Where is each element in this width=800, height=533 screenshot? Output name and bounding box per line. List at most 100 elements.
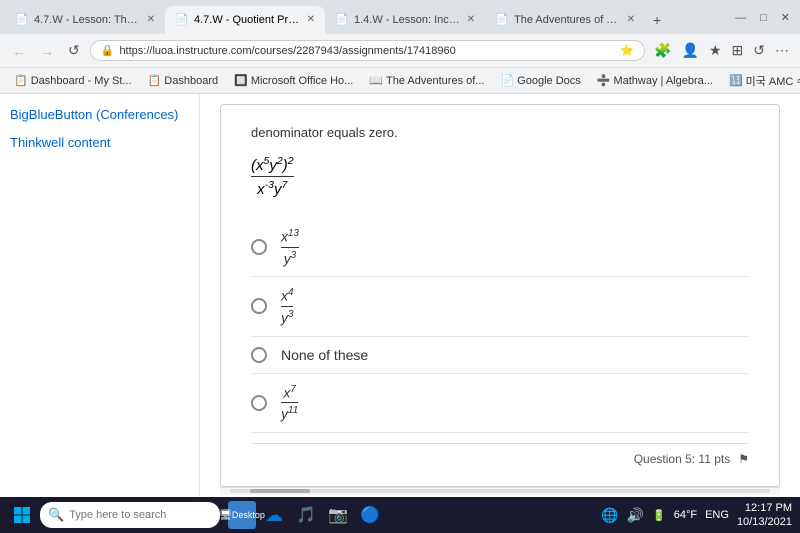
quiz-container: denominator equals zero. (x5y2)2 x-3y7 (200, 94, 800, 497)
choice-d: x7 y11 (251, 374, 749, 433)
tab-3-close[interactable]: ✕ (467, 14, 475, 25)
tab-bar: 📄 4.7.W - Lesson: The United Stat... ✕ 📄… (0, 0, 800, 34)
temperature-display: 64°F (674, 509, 697, 521)
taskbar-app-4[interactable]: 📷 (324, 501, 352, 529)
choice-a-label: x13 y3 (281, 228, 299, 266)
tab-2-favicon: 📄 (175, 13, 189, 27)
bookmark-tom-sawyer-label: The Adventures of... (386, 75, 484, 87)
page-content: denominator equals zero. (x5y2)2 x-3y7 (200, 94, 800, 497)
bookmark-google-docs-label: Google Docs (517, 75, 581, 87)
network-icon[interactable]: 🌐 (601, 507, 618, 524)
bookmark-office[interactable]: 🔲 Microsoft Office Ho... (228, 73, 359, 88)
radio-b[interactable] (251, 298, 267, 314)
bookmark-google-docs[interactable]: 📄 Google Docs (494, 73, 586, 88)
back-button[interactable]: ← (8, 41, 30, 61)
tab-3-label: 1.4.W - Lesson: Incorporating Th... (354, 14, 461, 26)
question-footer: Question 5: 11 pts ⚑ (251, 443, 749, 466)
refresh-button[interactable]: ↺ (64, 40, 84, 61)
taskbar-app-3[interactable]: 🎵 (292, 501, 320, 529)
minimize-button[interactable]: — (730, 12, 751, 24)
bookmark-google-docs-favicon: 📄 (500, 74, 514, 87)
new-tab-button[interactable]: + (645, 8, 669, 32)
extensions-icon[interactable]: 🧩 (651, 40, 674, 61)
window-controls: — □ ✕ (730, 11, 795, 28)
settings-icon[interactable]: ⋯ (772, 40, 792, 61)
taskbar-desktop-button[interactable]: 🖥 Desktop (228, 501, 256, 529)
tab-1-favicon: 📄 (15, 13, 29, 27)
taskbar-clock: 12:17 PM 10/13/2021 (737, 501, 792, 530)
question-area: denominator equals zero. (x5y2)2 x-3y7 (220, 104, 780, 487)
taskbar-date-display: 10/13/2021 (737, 515, 792, 529)
radio-c[interactable] (251, 347, 267, 363)
taskbar-right: 🌐 🔊 🔋 64°F ENG 12:17 PM 10/13/2021 (601, 501, 792, 530)
bookmark-amc-korean-favicon: 🔢 (729, 74, 743, 87)
radio-d[interactable] (251, 395, 267, 411)
bookmark-dashboard-my[interactable]: 📋 Dashboard - My St... (8, 73, 138, 88)
bookmark-dashboard-label: Dashboard (164, 75, 218, 87)
bookmark-mathway-favicon: ➗ (597, 74, 611, 87)
forward-button[interactable]: → (36, 41, 58, 61)
taskbar-search-box[interactable]: 🔍 (40, 502, 220, 528)
sidebar-link-bigbluebutton[interactable]: BigBlueButton (Conferences) (10, 106, 189, 124)
math-expression: (x5y2)2 x-3y7 (251, 155, 749, 198)
taskbar-app-5[interactable]: 🔵 (356, 501, 384, 529)
sidebar: BigBlueButton (Conferences) Thinkwell co… (0, 94, 200, 497)
refresh-page-icon[interactable]: ↺ (750, 40, 768, 61)
choice-c-label: None of these (281, 347, 368, 363)
tab-4-close[interactable]: ✕ (627, 14, 635, 25)
bookmarks-bar: 📋 Dashboard - My St... 📋 Dashboard 🔲 Mic… (0, 68, 800, 94)
choice-c: None of these (251, 337, 749, 374)
desktop-icon: 🖥 (219, 510, 232, 521)
bookmark-tom-sawyer-favicon: 📖 (369, 74, 383, 87)
tab-2-close[interactable]: ✕ (307, 14, 315, 25)
url-bar[interactable]: 🔒 https://luoa.instructure.com/courses/2… (90, 40, 645, 61)
horizontal-scrollbar[interactable] (220, 487, 780, 495)
profile-icon[interactable]: 👤 (679, 40, 702, 61)
bookmark-office-favicon: 🔲 (234, 74, 248, 87)
question-text: denominator equals zero. (251, 125, 749, 140)
math-fraction-display: (x5y2)2 x-3y7 (251, 181, 294, 198)
collections-icon[interactable]: ⊞ (729, 40, 747, 61)
url-text: https://luoa.instructure.com/courses/228… (119, 45, 615, 57)
favorites-icon[interactable]: ★ (706, 40, 725, 61)
start-button[interactable] (8, 501, 36, 529)
radio-a[interactable] (251, 239, 267, 255)
bookmark-dashboard-my-label: Dashboard - My St... (31, 75, 132, 87)
tab-3[interactable]: 📄 1.4.W - Lesson: Incorporating Th... ✕ (325, 6, 485, 34)
answer-choices: x13 y3 (251, 218, 749, 433)
bookmark-dashboard-my-favicon: 📋 (14, 74, 28, 87)
maximize-button[interactable]: □ (755, 12, 772, 24)
tab-2[interactable]: 📄 4.7.W - Quotient Properties of E... ✕ (165, 6, 325, 34)
flag-icon[interactable]: ⚑ (738, 452, 749, 466)
choice-b-label: x4 y3 (281, 287, 293, 325)
taskbar-search-input[interactable] (69, 509, 212, 521)
toolbar-icons: 🧩 👤 ★ ⊞ ↺ ⋯ (651, 40, 792, 61)
tab-1-label: 4.7.W - Lesson: The United Stat... (34, 14, 141, 26)
scroll-thumb[interactable] (250, 489, 310, 493)
sidebar-link-thinkwell[interactable]: Thinkwell content (10, 134, 189, 152)
bookmark-amc-korean[interactable]: 🔢 미국 AMC 수학 경... (723, 72, 800, 90)
bookmark-dashboard[interactable]: 📋 Dashboard (142, 73, 225, 88)
tab-1[interactable]: 📄 4.7.W - Lesson: The United Stat... ✕ (5, 6, 165, 34)
tab-2-label: 4.7.W - Quotient Properties of E... (194, 14, 301, 26)
volume-icon[interactable]: 🔊 (627, 507, 644, 524)
taskbar-time-display: 12:17 PM (737, 501, 792, 515)
choice-d-label: x7 y11 (281, 384, 298, 422)
bookmark-tom-sawyer[interactable]: 📖 The Adventures of... (363, 73, 490, 88)
scroll-track (230, 489, 770, 493)
tab-3-favicon: 📄 (335, 13, 349, 27)
bookmark-mathway[interactable]: ➗ Mathway | Algebra... (591, 73, 719, 88)
language-display: ENG (705, 509, 729, 521)
question-points: Question 5: 11 pts (634, 452, 731, 466)
tab-1-close[interactable]: ✕ (147, 14, 155, 25)
choice-b: x4 y3 (251, 277, 749, 336)
browser-frame: 📄 4.7.W - Lesson: The United Stat... ✕ 📄… (0, 0, 800, 533)
bookmark-mathway-label: Mathway | Algebra... (613, 75, 712, 87)
tab-4[interactable]: 📄 The Adventures of Tom Sawyer ... ✕ (485, 6, 645, 34)
tab-4-label: The Adventures of Tom Sawyer ... (514, 14, 621, 26)
taskbar-onedrive[interactable]: ☁ (260, 501, 288, 529)
close-button[interactable]: ✕ (776, 11, 795, 24)
windows-logo-icon (13, 506, 31, 524)
tab-4-favicon: 📄 (495, 13, 509, 27)
taskbar-search-icon: 🔍 (48, 507, 64, 523)
